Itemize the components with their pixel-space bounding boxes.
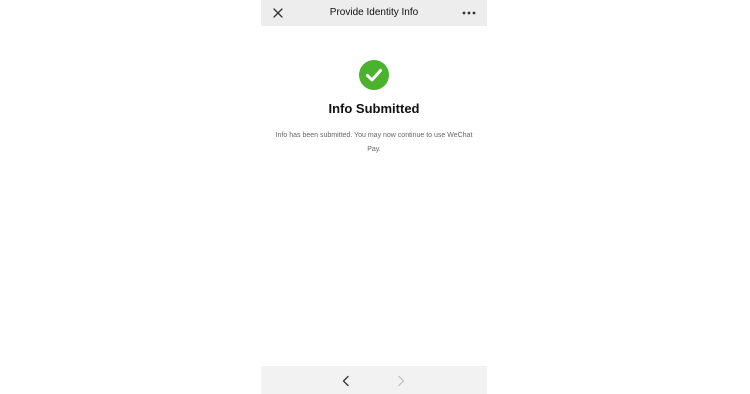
webview-screen: Provide Identity Info Info Submitted Inf… <box>261 0 487 394</box>
bottom-toolbar <box>261 366 487 394</box>
status-message: Info has been submitted. You may now con… <box>275 132 473 153</box>
chevron-left-icon[interactable] <box>340 374 352 387</box>
top-navigation-bar: Provide Identity Info <box>261 0 487 26</box>
status-title: Info Submitted <box>328 101 420 116</box>
close-icon[interactable] <box>271 6 285 20</box>
page-title: Provide Identity Info <box>329 7 419 18</box>
check-circle-icon <box>359 60 389 90</box>
more-icon[interactable] <box>461 6 477 20</box>
chevron-right-icon <box>395 374 407 387</box>
